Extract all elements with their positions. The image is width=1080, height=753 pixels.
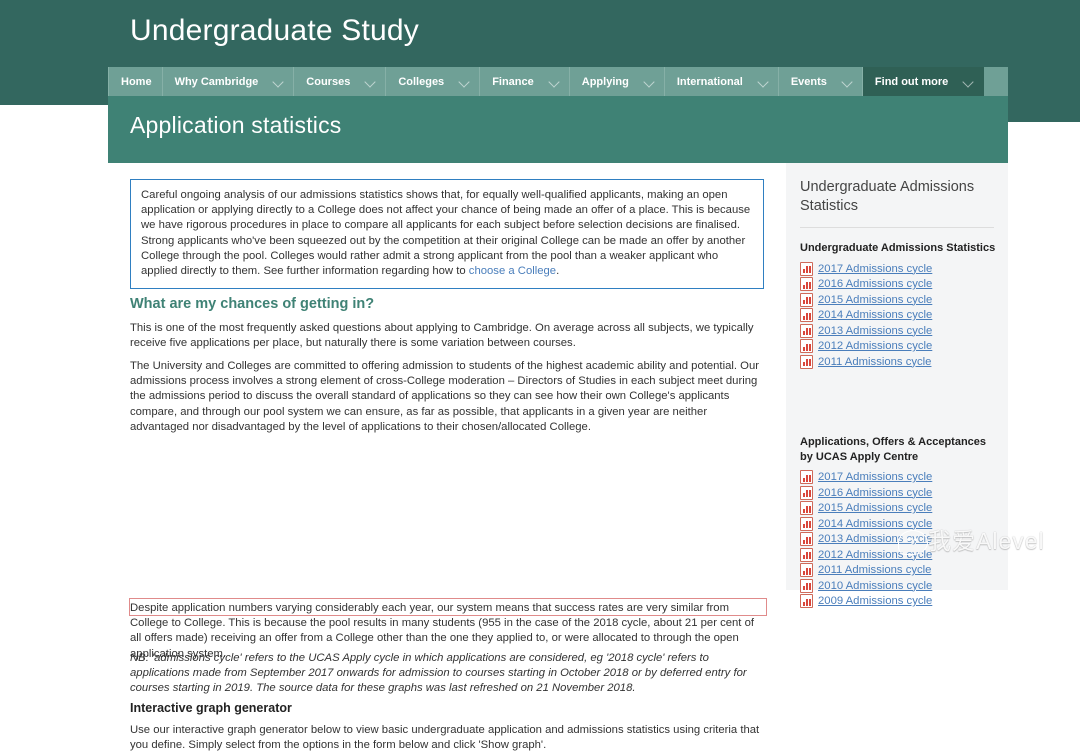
- sidebar-file-link[interactable]: 2009 Admissions cycle: [800, 594, 1000, 608]
- sidebar-file-link-label: 2011 Admissions cycle: [818, 355, 932, 368]
- spreadsheet-chart-file-icon: [800, 470, 813, 484]
- sidebar-file-link[interactable]: 2013 Admissions cycle: [800, 532, 1000, 546]
- paragraph-4-note: NB: 'admissions cycle' refers to the UCA…: [130, 652, 747, 695]
- nav-item-find-out-more[interactable]: Find out more: [862, 67, 985, 96]
- sidebar-file-link-label: 2016 Admissions cycle: [818, 278, 933, 290]
- spreadsheet-chart-file-icon: [800, 292, 813, 307]
- sidebar-group-heading: Undergraduate Admissions Statistics: [800, 242, 996, 254]
- paragraph-5: Use our interactive graph generator belo…: [130, 724, 760, 752]
- nav-item-label: Home: [121, 75, 152, 88]
- sidebar-file-link[interactable]: 2013 Admissions cycle: [800, 323, 1000, 338]
- site-title: Undergraduate Study: [130, 14, 419, 47]
- sidebar-file-link[interactable]: 2017 Admissions cycle: [800, 470, 1000, 484]
- sidebar-file-link-label: 2013 Admissions cycle: [818, 324, 933, 337]
- nav-item-label: Courses: [306, 75, 351, 88]
- chevron-down-icon[interactable]: [366, 77, 375, 86]
- nav-item-events[interactable]: Events: [779, 67, 863, 96]
- info-callout-box: Careful ongoing analysis of our admissio…: [130, 179, 764, 290]
- chevron-down-icon[interactable]: [274, 77, 283, 86]
- browser-page: Undergraduate Study Home Why Cambridge Cou…: [0, 0, 1080, 751]
- sidebar-file-link[interactable]: 2016 Admissions cycle: [800, 485, 1000, 500]
- nav-item-home[interactable]: Home: [108, 67, 163, 96]
- chevron-down-icon[interactable]: [460, 77, 469, 86]
- sidebar-file-link-label: 2013 Admissions cycle: [818, 533, 933, 545]
- sidebar-file-link[interactable]: 2015 Admissions cycle: [800, 292, 1000, 307]
- spreadsheet-chart-file-icon: [800, 547, 813, 562]
- main-column: Careful ongoing analysis of our admissio…: [108, 163, 786, 751]
- info-callout-text-part2: .: [556, 265, 560, 278]
- page-title: Application statistics: [130, 112, 342, 138]
- spreadsheet-chart-file-icon: [800, 485, 813, 500]
- nav-item-applying[interactable]: Applying: [570, 67, 665, 96]
- sidebar-file-link[interactable]: 2015 Admissions cycle: [800, 501, 1000, 515]
- nav-item-colleges[interactable]: Colleges: [386, 67, 481, 96]
- sidebar-group-admissions-statistics: Undergraduate Admissions Statistics 2017 …: [800, 241, 1000, 370]
- sidebar-divider: [800, 227, 994, 228]
- content-area: Careful ongoing analysis of our admissio…: [108, 163, 1008, 751]
- spreadsheet-chart-file-icon: [800, 578, 813, 593]
- sidebar-file-link-label: 2014 Admissions cycle: [818, 517, 933, 530]
- paragraph-2: The University and Colleges are committe…: [130, 360, 759, 433]
- info-callout-text: Careful ongoing analysis of our admissio…: [141, 188, 753, 279]
- nav-item-label: Why Cambridge: [174, 75, 259, 88]
- sidebar-file-link[interactable]: 2017 Admissions cycle: [800, 261, 1000, 276]
- choose-a-college-link[interactable]: choose a College: [469, 265, 556, 277]
- sidebar-file-link-label: 2012 Admissions cycle: [818, 340, 933, 352]
- nav-item-label: Find out more: [874, 75, 949, 88]
- sidebar-file-link[interactable]: 2014 Admissions cycle: [800, 308, 1000, 322]
- sidebar-file-link-label: 2016 Admissions cycle: [818, 486, 933, 499]
- nav-item-courses[interactable]: Courses: [294, 67, 387, 96]
- paragraph-1: This is one of the most frequently asked…: [130, 322, 754, 350]
- spreadsheet-chart-file-icon: [800, 308, 813, 322]
- sidebar-title: Undergraduate Admissions Statistics: [800, 179, 975, 214]
- sidebar-group-ucas-apply-centre: Applications, Offers & Acceptances by UC…: [800, 435, 1000, 610]
- spreadsheet-chart-file-icon: [800, 501, 813, 515]
- sidebar-file-link[interactable]: 2010 Admissions cycle: [800, 578, 1000, 593]
- sidebar-file-link-label: 2017 Admissions cycle: [818, 471, 933, 483]
- sidebar-group-heading: Applications, Offers & Acceptances by UC…: [800, 436, 987, 463]
- info-callout-text-part1: Careful ongoing analysis of our admissio…: [141, 189, 751, 278]
- sidebar-file-link[interactable]: 2011 Admissions cycle: [800, 354, 1000, 369]
- sidebar-file-link[interactable]: 2014 Admissions cycle: [800, 516, 1000, 531]
- spreadsheet-chart-file-icon: [800, 532, 813, 546]
- sidebar-file-link-label: 2015 Admissions cycle: [818, 293, 933, 306]
- nav-item-label: Finance: [492, 75, 534, 88]
- page-title-band: Application statistics: [108, 96, 1008, 163]
- sidebar-file-link-label: 2009 Admissions cycle: [818, 595, 933, 607]
- nav-item-label: Applying: [581, 75, 629, 88]
- nav-item-why-cambridge[interactable]: Why Cambridge: [163, 67, 295, 96]
- nav-item-label: Events: [790, 75, 827, 88]
- sidebar-file-link[interactable]: 2011 Admissions cycle: [800, 563, 1000, 577]
- spreadsheet-chart-file-icon: [800, 277, 813, 291]
- sidebar-file-link[interactable]: 2016 Admissions cycle: [800, 277, 1000, 291]
- chevron-down-icon[interactable]: [759, 77, 768, 86]
- chevron-down-icon[interactable]: [843, 77, 852, 86]
- spreadsheet-chart-file-icon: [800, 261, 813, 276]
- spreadsheet-chart-file-icon: [800, 516, 813, 531]
- section-heading-chances: What are my chances of getting in?: [130, 296, 375, 312]
- sidebar-file-link-label: 2017 Admissions cycle: [818, 262, 933, 275]
- spreadsheet-chart-file-icon: [800, 323, 813, 338]
- nav-item-international[interactable]: International: [665, 67, 779, 96]
- sidebar-file-link-label: 2011 Admissions cycle: [818, 564, 932, 576]
- spreadsheet-chart-file-icon: [800, 354, 813, 369]
- chevron-down-icon[interactable]: [645, 77, 654, 86]
- sidebar-file-link-label: 2014 Admissions cycle: [818, 309, 933, 321]
- spreadsheet-chart-file-icon: [800, 339, 813, 353]
- section-heading-graph-generator: Interactive graph generator: [130, 701, 292, 715]
- chevron-down-icon[interactable]: [550, 77, 559, 86]
- nav-item-label: International: [676, 75, 743, 88]
- right-sidebar: Undergraduate Admissions Statistics Unde…: [786, 163, 1008, 608]
- sidebar-file-link-label: 2012 Admissions cycle: [818, 548, 933, 561]
- main-navigation[interactable]: Home Why Cambridge Courses Colleges Finance A…: [108, 67, 1008, 96]
- nav-item-finance[interactable]: Finance: [480, 67, 570, 96]
- chevron-down-icon[interactable]: [964, 77, 973, 86]
- spreadsheet-chart-file-icon: [800, 594, 813, 608]
- sidebar-file-link[interactable]: 2012 Admissions cycle: [800, 339, 1000, 353]
- sidebar-file-link[interactable]: 2012 Admissions cycle: [800, 547, 1000, 562]
- nav-item-label: Colleges: [398, 75, 445, 88]
- spreadsheet-chart-file-icon: [800, 563, 813, 577]
- sidebar-file-link-label: 2015 Admissions cycle: [818, 502, 933, 514]
